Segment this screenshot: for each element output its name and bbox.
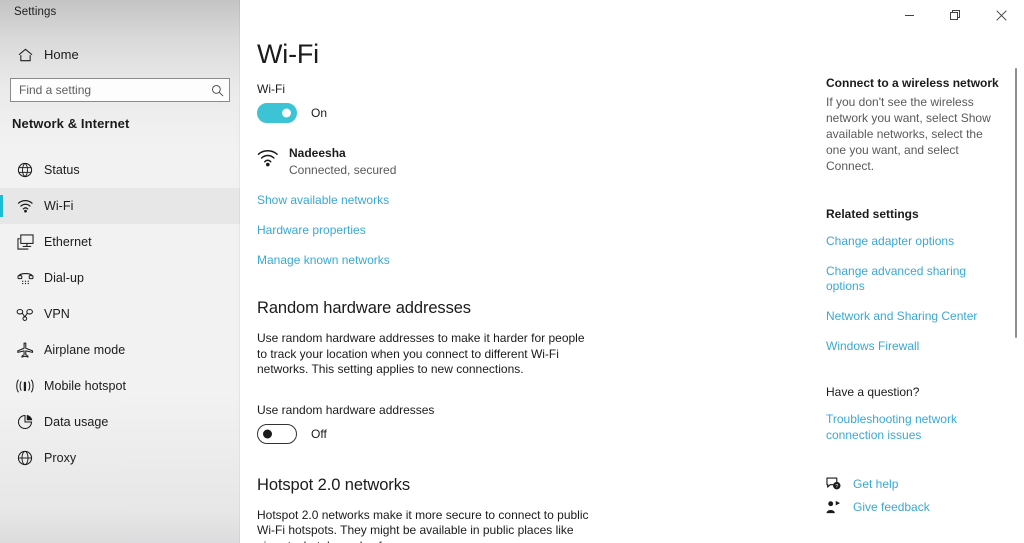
home-icon — [8, 48, 42, 62]
selection-accent — [0, 231, 3, 253]
random-hardware-toggle[interactable] — [257, 423, 297, 444]
data-usage-icon — [8, 414, 42, 430]
sidebar-category-title: Network & Internet — [12, 116, 130, 131]
wifi-toggle[interactable] — [257, 103, 297, 123]
sidebar-item-label: VPN — [44, 307, 70, 321]
sidebar-item-data-usage[interactable]: Data usage — [0, 404, 240, 440]
search-icon — [205, 84, 229, 97]
sidebar-item-wifi[interactable]: Wi-Fi — [0, 188, 240, 224]
restore-icon — [949, 9, 960, 20]
sidebar-item-label: Airplane mode — [44, 343, 126, 357]
random-hardware-toggle-row: Off — [257, 423, 617, 444]
sidebar-item-status[interactable]: Status — [0, 152, 240, 188]
change-advanced-sharing-options-link[interactable]: Change advanced sharing options — [826, 264, 1001, 294]
network-status: Connected, secured — [289, 163, 397, 177]
wifi-toggle-state: On — [311, 106, 328, 120]
network-info: Nadeesha Connected, secured — [289, 146, 396, 178]
window-controls — [886, 0, 1024, 30]
right-panel: Connect to a wireless network If you don… — [826, 76, 1001, 514]
vpn-icon — [8, 308, 42, 321]
random-hardware-addresses-heading: Random hardware addresses — [257, 299, 471, 317]
toggle-knob — [282, 108, 291, 118]
page-title: Wi-Fi — [257, 39, 319, 69]
give-feedback-icon — [826, 500, 848, 514]
sidebar-home-label: Home — [44, 47, 79, 62]
get-help-icon: ? — [826, 477, 848, 491]
random-hardware-addresses-description: Use random hardware addresses to make it… — [257, 331, 585, 376]
get-help-row[interactable]: ? Get help — [826, 477, 1001, 491]
close-icon — [995, 9, 1007, 21]
connect-description: If you don't see the wireless network yo… — [826, 95, 991, 173]
random-hardware-toggle-state: Off — [311, 426, 327, 441]
related-settings-heading: Related settings — [826, 207, 919, 221]
sidebar-item-ethernet[interactable]: Ethernet — [0, 224, 240, 260]
toggle-knob — [263, 429, 272, 438]
troubleshooting-link[interactable]: Troubleshooting network connection issue… — [826, 411, 1001, 443]
manage-known-networks-link[interactable]: Manage known networks — [257, 253, 390, 267]
change-adapter-options-link[interactable]: Change adapter options — [826, 234, 954, 249]
close-button[interactable] — [978, 0, 1024, 30]
give-feedback-label: Give feedback — [853, 500, 930, 514]
selection-accent — [0, 339, 3, 361]
selection-accent — [0, 159, 3, 181]
wifi-toggle-row: On — [257, 103, 617, 123]
proxy-globe-icon — [8, 450, 42, 466]
search-input[interactable] — [11, 83, 205, 97]
sidebar-item-airplane-mode[interactable]: Airplane mode — [0, 332, 240, 368]
main-column: Wi-Fi On Nadeesha Connected, secured Sho… — [257, 82, 617, 543]
sidebar-item-proxy[interactable]: Proxy — [0, 440, 240, 476]
wifi-icon — [8, 199, 42, 213]
network-name: Nadeesha — [289, 146, 346, 160]
network-and-sharing-center-link[interactable]: Network and Sharing Center — [826, 309, 977, 324]
sidebar-item-label: Data usage — [44, 415, 109, 429]
window-title: Settings — [14, 6, 57, 18]
selection-accent — [0, 447, 3, 469]
sidebar-item-label: Ethernet — [44, 235, 92, 249]
scrollbar-thumb[interactable] — [1015, 68, 1017, 338]
sidebar-item-label: Wi-Fi — [44, 199, 74, 213]
connected-network[interactable]: Nadeesha Connected, secured — [257, 146, 617, 178]
wifi-signal-icon — [257, 146, 283, 172]
selection-accent — [0, 411, 3, 433]
get-help-label: Get help — [853, 477, 899, 491]
content-scrollbar[interactable] — [1008, 0, 1024, 543]
ethernet-icon — [8, 234, 42, 250]
selection-accent — [0, 267, 3, 289]
sidebar-item-vpn[interactable]: VPN — [0, 296, 240, 332]
sidebar: Home Network & Internet — [0, 0, 240, 543]
connect-heading: Connect to a wireless network — [826, 76, 999, 90]
dialup-phone-icon — [8, 271, 42, 285]
hotspot-heading: Hotspot 2.0 networks — [257, 475, 410, 494]
selection-accent — [0, 375, 3, 397]
sidebar-item-label: Proxy — [44, 451, 77, 465]
have-a-question-heading: Have a question? — [826, 385, 920, 399]
status-globe-icon — [8, 162, 42, 178]
sidebar-item-label: Mobile hotspot — [44, 379, 126, 393]
random-hardware-toggle-label: Use random hardware addresses — [257, 402, 435, 417]
windows-firewall-link[interactable]: Windows Firewall — [826, 339, 919, 354]
sidebar-item-label: Status — [44, 163, 80, 177]
minimize-button[interactable] — [886, 0, 932, 30]
search-box[interactable] — [10, 78, 230, 102]
hardware-properties-link[interactable]: Hardware properties — [257, 223, 366, 237]
sidebar-nav: Status Wi-Fi Ethernet Dial-up VPN Airpla… — [0, 152, 240, 476]
minimize-icon — [904, 14, 914, 16]
hotspot-description: Hotspot 2.0 networks make it more secure… — [257, 507, 589, 543]
settings-window: Settings Home Find a setting Network & I… — [0, 0, 1024, 543]
selection-accent — [0, 303, 3, 325]
airplane-icon — [8, 342, 42, 358]
sidebar-item-home[interactable]: Home — [0, 43, 240, 66]
sidebar-item-label: Dial-up — [44, 271, 84, 285]
content-area: Wi-Fi Wi-Fi On Nadeesha Connected, secur… — [240, 0, 1024, 543]
give-feedback-row[interactable]: Give feedback — [826, 500, 1001, 514]
sidebar-item-mobile-hotspot[interactable]: Mobile hotspot — [0, 368, 240, 404]
svg-text:?: ? — [835, 484, 838, 490]
show-available-networks-link[interactable]: Show available networks — [257, 193, 389, 207]
restore-button[interactable] — [932, 0, 978, 30]
selection-accent — [0, 195, 3, 217]
wifi-section-label: Wi-Fi — [257, 82, 285, 96]
sidebar-item-dial-up[interactable]: Dial-up — [0, 260, 240, 296]
mobile-hotspot-icon — [8, 379, 42, 393]
